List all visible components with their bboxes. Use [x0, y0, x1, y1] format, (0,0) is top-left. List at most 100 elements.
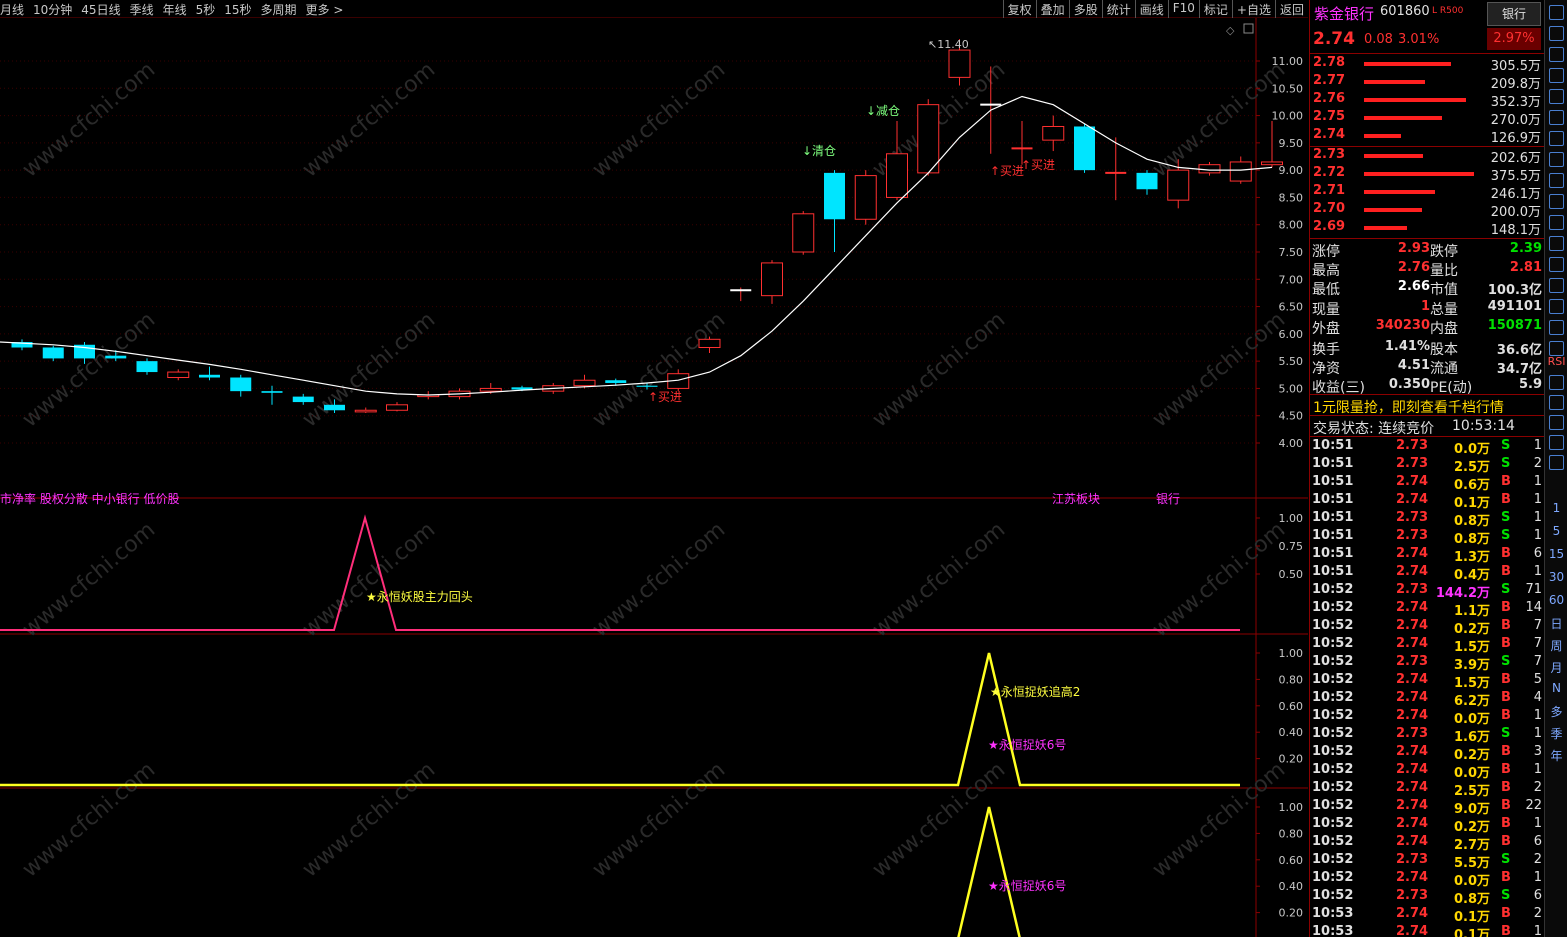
period-shortcut[interactable]: 年	[1545, 747, 1567, 764]
ask-level[interactable]: 2.75 270.0万	[1310, 109, 1544, 128]
candle[interactable]	[1136, 170, 1158, 195]
candle[interactable]	[199, 366, 220, 381]
bid-level[interactable]: 2.70 200.0万	[1310, 201, 1544, 220]
note-icon[interactable]	[1549, 236, 1564, 251]
tick-row[interactable]: 10:51 2.74 0.6万 B 1	[1310, 474, 1544, 493]
tick-row[interactable]: 10:52 2.74 0.2万 B 1	[1310, 816, 1544, 835]
chart-area[interactable]: www.cfchi.com www.cfchi.com www.cfchi.com w…	[0, 18, 1308, 937]
period-tab[interactable]: 多周期	[261, 1, 297, 18]
tick-row[interactable]: 10:52 2.73 3.9万 S 7	[1310, 654, 1544, 673]
industry-tag[interactable]: 银行	[1156, 490, 1180, 507]
dollar-icon[interactable]	[1549, 375, 1564, 390]
period-shortcut[interactable]: 15	[1545, 547, 1567, 561]
candle[interactable]	[761, 260, 783, 304]
tick-row[interactable]: 10:53 2.74 0.1万 B 2	[1310, 906, 1544, 925]
calendar2-icon[interactable]	[1549, 278, 1564, 293]
tick-row[interactable]: 10:52 2.74 2.7万 B 6	[1310, 834, 1544, 853]
tick-row[interactable]: 10:53 2.74 0.1万 B 1	[1310, 924, 1544, 937]
tick-row[interactable]: 10:52 2.74 9.0万 B 22	[1310, 798, 1544, 817]
candle[interactable]	[824, 170, 845, 252]
ask-level[interactable]: 2.77 209.8万	[1310, 73, 1544, 92]
period-shortcut[interactable]: 周	[1545, 637, 1567, 654]
candle[interactable]	[730, 287, 752, 302]
bid-level[interactable]: 2.71 246.1万	[1310, 183, 1544, 202]
tool-button[interactable]: 返回	[1274, 0, 1308, 18]
kline-chart[interactable]: www.cfchi.com www.cfchi.com www.cfchi.com w…	[0, 18, 1308, 937]
candle[interactable]	[136, 358, 158, 375]
period-tab[interactable]: 年线	[163, 1, 187, 18]
bid-level[interactable]: 2.69 148.1万	[1310, 219, 1544, 238]
period-shortcut[interactable]: 多	[1545, 703, 1567, 720]
candle[interactable]	[386, 402, 408, 412]
period-tab[interactable]: 更多 >	[306, 1, 344, 18]
period-shortcut[interactable]: 1	[1545, 501, 1567, 515]
document-icon[interactable]	[1549, 194, 1564, 209]
period-shortcut[interactable]: 日	[1545, 615, 1567, 632]
candle[interactable]	[1042, 115, 1065, 152]
calendar-icon[interactable]	[1549, 152, 1564, 167]
ask-level[interactable]: 2.78 305.5万	[1310, 55, 1544, 74]
bid-level[interactable]: 2.73 202.6万	[1310, 147, 1544, 166]
tick-row[interactable]: 10:51 2.74 0.4万 B 1	[1310, 564, 1544, 583]
tick-row[interactable]: 10:52 2.74 0.2万 B 7	[1310, 618, 1544, 637]
tick-row[interactable]: 10:52 2.73 144.2万 S 71	[1310, 582, 1544, 601]
grid-icon[interactable]	[1549, 89, 1564, 104]
f10-icon[interactable]	[1549, 173, 1564, 188]
up-arrow-icon[interactable]	[1549, 26, 1564, 41]
tick-row[interactable]: 10:52 2.74 6.2万 B 4	[1310, 690, 1544, 709]
tick-row[interactable]: 10:52 2.74 1.5万 B 5	[1310, 672, 1544, 691]
period-tab[interactable]: 月线	[0, 1, 24, 18]
bookmark-icon[interactable]	[1549, 257, 1564, 272]
tick-row[interactable]: 10:51 2.73 0.0万 S 1	[1310, 438, 1544, 457]
sector-button[interactable]: 银行	[1487, 2, 1541, 26]
pen-icon[interactable]	[1549, 415, 1564, 430]
candle-icon[interactable]	[1549, 131, 1564, 146]
period-tab[interactable]: 季线	[130, 1, 154, 18]
period-tab[interactable]: 5秒	[196, 1, 216, 18]
tool-button[interactable]: 画线	[1134, 0, 1168, 18]
period-tab[interactable]: 15秒	[224, 1, 251, 18]
candle[interactable]	[11, 339, 33, 351]
candle[interactable]	[230, 374, 252, 397]
tick-row[interactable]: 10:51 2.73 0.8万 S 1	[1310, 510, 1544, 529]
f5-icon[interactable]	[1549, 435, 1564, 450]
tick-row[interactable]: 10:52 2.74 0.0万 B 1	[1310, 870, 1544, 889]
tick-row[interactable]: 10:52 2.74 2.5万 B 2	[1310, 780, 1544, 799]
tool-button[interactable]: F10	[1167, 0, 1199, 18]
home-icon[interactable]	[1549, 5, 1564, 20]
tool-button[interactable]: 统计	[1101, 0, 1135, 18]
tick-row[interactable]: 10:52 2.74 1.5万 B 7	[1310, 636, 1544, 655]
candle[interactable]	[167, 369, 190, 381]
tick-row[interactable]: 10:52 2.73 0.8万 S 6	[1310, 888, 1544, 907]
tool-button[interactable]: 复权	[1002, 0, 1036, 18]
tick-row[interactable]: 10:51 2.74 0.1万 B 1	[1310, 492, 1544, 511]
move-icon[interactable]	[1549, 395, 1564, 410]
calc-icon[interactable]	[1549, 299, 1564, 314]
period-shortcut[interactable]: 季	[1545, 725, 1567, 742]
promo-link[interactable]: 1元限量抢，即刻查看千档行情	[1313, 397, 1504, 417]
candle[interactable]	[42, 345, 64, 362]
tool-button[interactable]: +自选	[1231, 0, 1275, 18]
period-shortcut[interactable]: 月	[1545, 659, 1567, 676]
ask-level[interactable]: 2.74 126.9万	[1310, 127, 1544, 146]
layout-icon[interactable]	[1549, 110, 1564, 125]
tick-row[interactable]: 10:52 2.74 0.2万 B 3	[1310, 744, 1544, 763]
chart-icon[interactable]	[1549, 215, 1564, 230]
candle[interactable]	[698, 336, 721, 353]
tick-row[interactable]: 10:51 2.73 0.8万 S 1	[1310, 528, 1544, 547]
swap-icon[interactable]	[1549, 455, 1564, 470]
period-shortcut[interactable]: N	[1545, 681, 1567, 695]
line-chart-icon[interactable]	[1549, 341, 1564, 356]
tick-row[interactable]: 10:52 2.74 0.0万 B 1	[1310, 762, 1544, 781]
region-tag[interactable]: 江苏板块	[1052, 490, 1100, 507]
tick-row[interactable]: 10:52 2.73 5.5万 S 2	[1310, 852, 1544, 871]
ask-level[interactable]: 2.76 352.3万	[1310, 91, 1544, 110]
candle[interactable]	[354, 407, 377, 413]
period-shortcut[interactable]: 5	[1545, 524, 1567, 538]
rsi-button[interactable]: RSI	[1545, 355, 1567, 368]
candle[interactable]	[854, 170, 877, 225]
tool-button[interactable]: 多股	[1068, 0, 1102, 18]
settings-icon[interactable]	[1243, 23, 1254, 34]
concept-tags[interactable]: 市净率 股权分散 中小银行 低价股	[0, 490, 179, 507]
tick-row[interactable]: 10:51 2.73 2.5万 S 2	[1310, 456, 1544, 475]
